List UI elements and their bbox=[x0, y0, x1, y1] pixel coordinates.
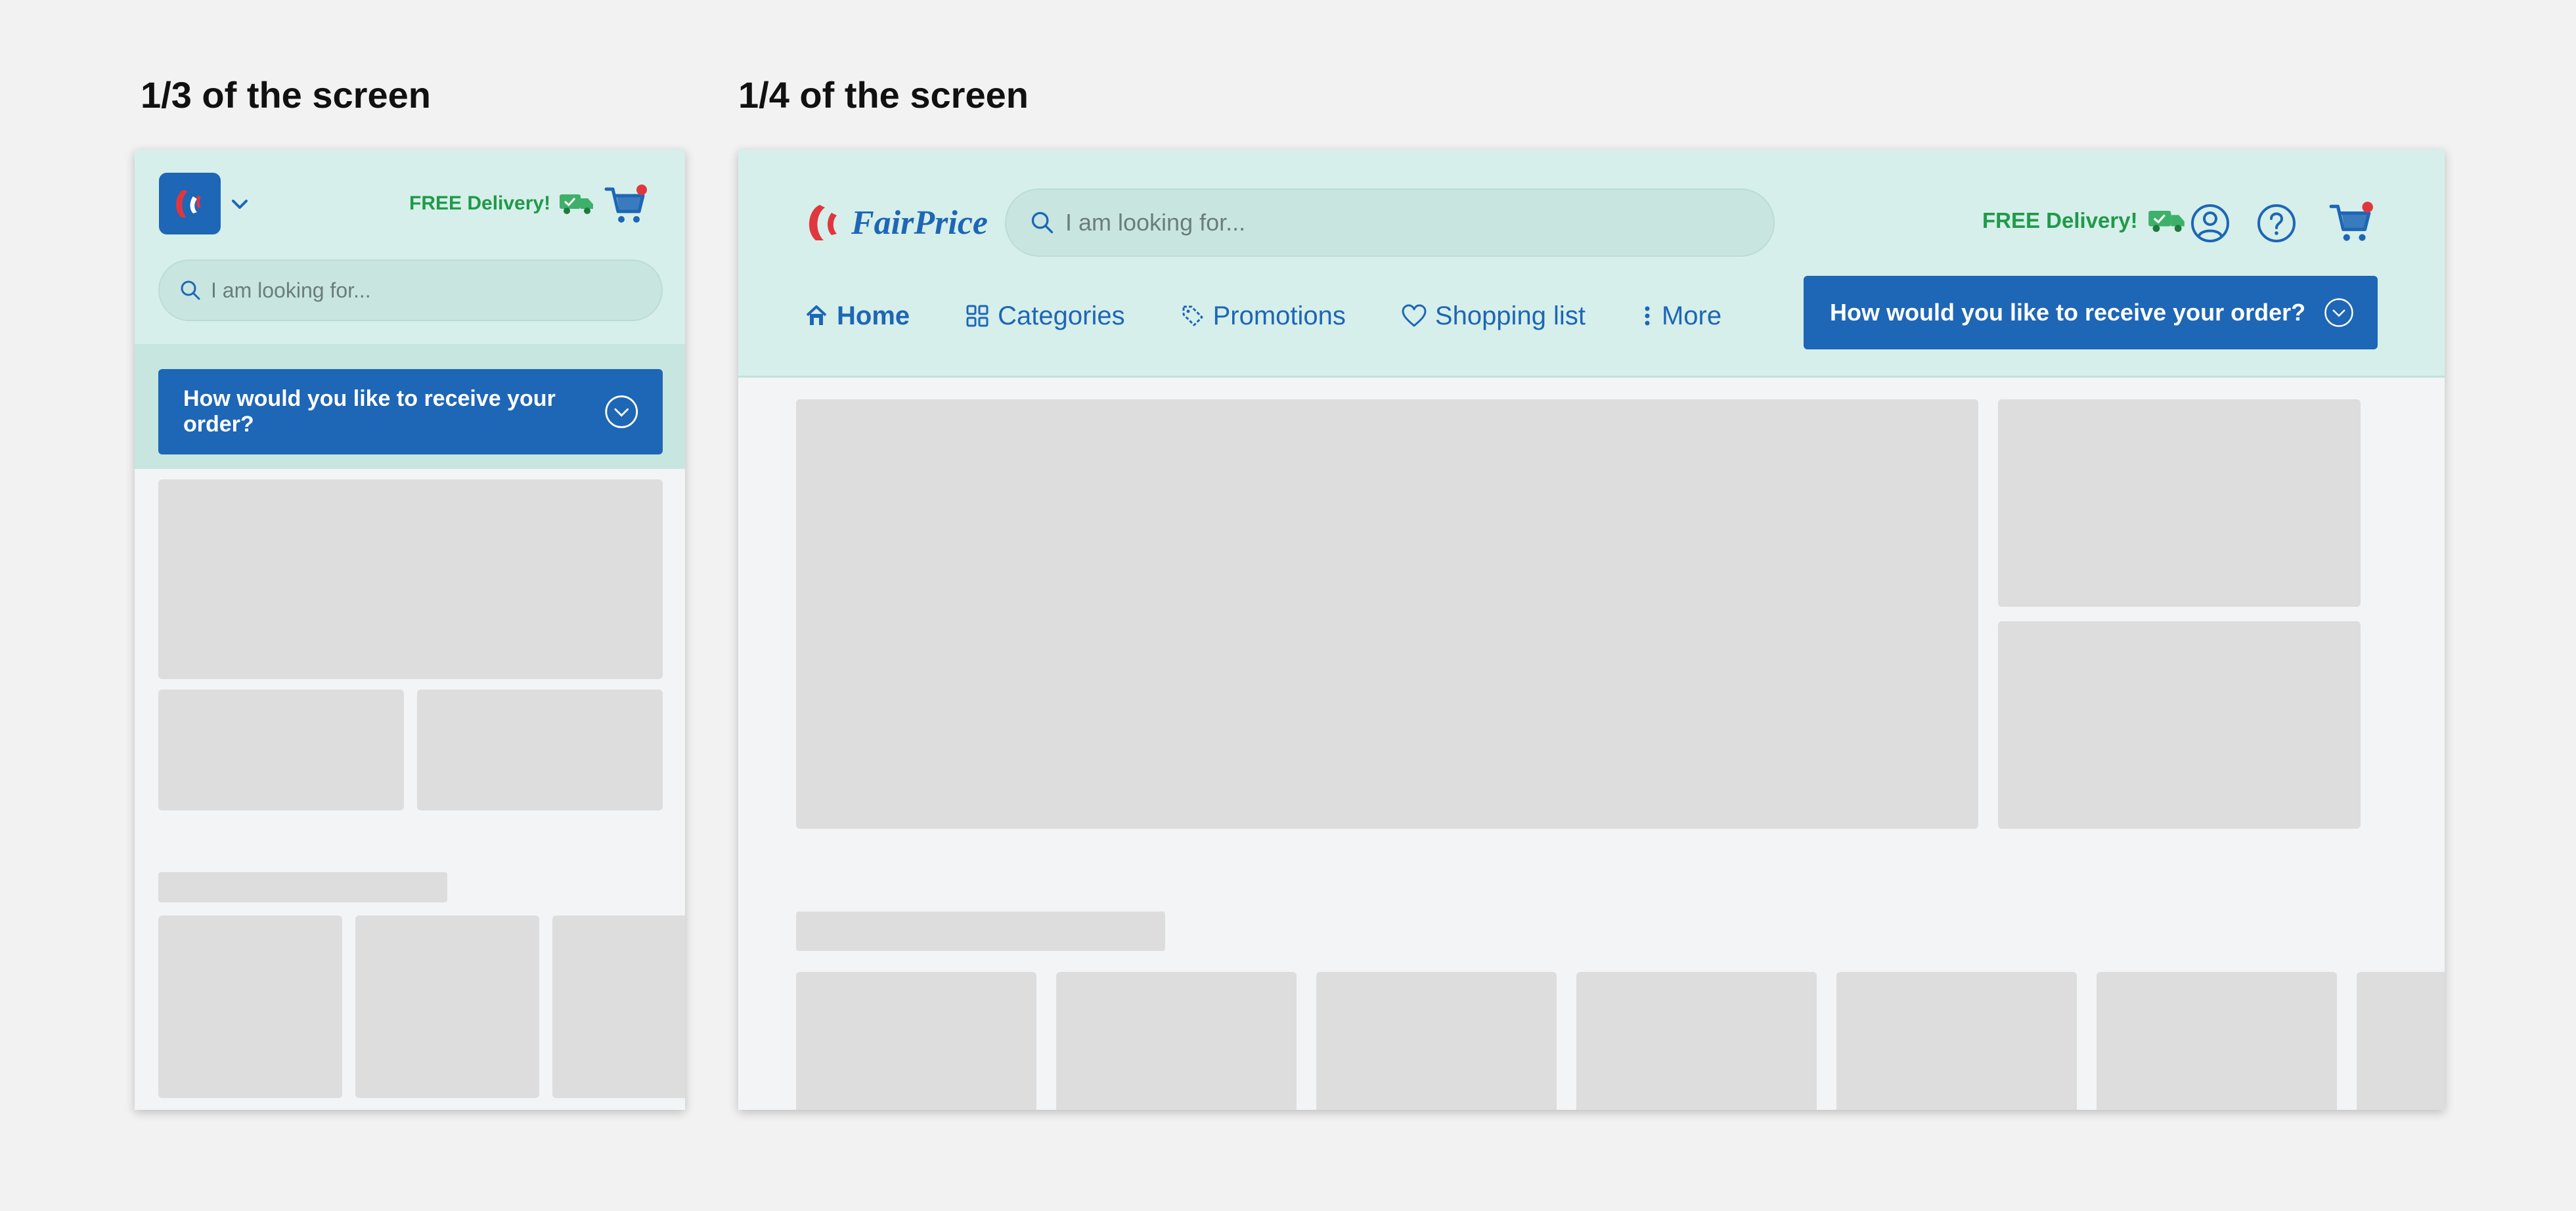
desktop-frame: FairPrice FREE Delivery! bbox=[738, 150, 2445, 1110]
main-nav: Home Categories Promotions Shopping list bbox=[804, 299, 1721, 332]
order-prompt-label: How would you like to receive your order… bbox=[1830, 299, 2306, 326]
free-delivery-badge: FREE Delivery! bbox=[1982, 206, 2187, 235]
desktop-search-bar[interactable] bbox=[1005, 188, 1775, 257]
free-delivery-label: FREE Delivery! bbox=[1982, 208, 2138, 232]
free-delivery-badge: FREE Delivery! bbox=[409, 190, 595, 217]
cart-icon[interactable] bbox=[604, 183, 648, 227]
section-title-placeholder bbox=[158, 872, 447, 902]
nav-shopping-list[interactable]: Shopping list bbox=[1401, 301, 1586, 331]
nav-promotions[interactable]: Promotions bbox=[1180, 301, 1346, 331]
grid-icon bbox=[966, 305, 988, 327]
search-icon bbox=[1031, 211, 1054, 234]
tag-icon bbox=[1182, 305, 1203, 326]
nav-home-label: Home bbox=[837, 301, 910, 330]
fairprice-logo[interactable]: FairPrice bbox=[803, 201, 988, 244]
app-logo-button[interactable] bbox=[159, 173, 221, 234]
chevron-circle-icon bbox=[2324, 298, 2353, 327]
free-delivery-label: FREE Delivery! bbox=[409, 192, 551, 214]
nav-categories-label: Categories bbox=[998, 301, 1125, 330]
help-icon[interactable] bbox=[2256, 203, 2297, 244]
heart-icon bbox=[1402, 304, 1427, 327]
search-input[interactable] bbox=[210, 277, 642, 303]
truck-icon bbox=[2148, 211, 2185, 232]
product-card-placeholder bbox=[158, 915, 342, 1098]
promo-placeholder bbox=[158, 690, 404, 810]
product-card-placeholder bbox=[1316, 972, 1557, 1110]
nav-promotions-label: Promotions bbox=[1212, 301, 1346, 330]
order-method-button[interactable]: How would you like to receive your order… bbox=[158, 369, 663, 454]
chevron-down-icon[interactable] bbox=[228, 192, 252, 216]
user-icon[interactable] bbox=[2190, 203, 2231, 244]
more-vertical-icon bbox=[1645, 306, 1650, 326]
heading-one-third: 1/3 of the screen bbox=[141, 74, 431, 116]
brand-name: FairPrice bbox=[851, 204, 988, 242]
nav-more-label: More bbox=[1661, 301, 1722, 330]
search-icon bbox=[181, 280, 200, 300]
nav-shopping-list-label: Shopping list bbox=[1434, 301, 1586, 330]
order-method-button[interactable]: How would you like to receive your order… bbox=[1804, 276, 2378, 349]
product-card-placeholder bbox=[1576, 972, 1817, 1110]
banner-placeholder bbox=[158, 479, 663, 679]
order-prompt-label: How would you like to receive your order… bbox=[183, 386, 556, 437]
side-banner-placeholder bbox=[1998, 621, 2361, 829]
hero-banner-placeholder bbox=[796, 399, 1978, 829]
search-input[interactable] bbox=[1064, 208, 1750, 237]
product-card-placeholder bbox=[1836, 972, 2077, 1110]
truck-icon bbox=[560, 194, 594, 214]
nav-more[interactable]: More bbox=[1641, 301, 1721, 331]
cart-icon[interactable] bbox=[2327, 200, 2376, 246]
mobile-search-bar[interactable] bbox=[158, 259, 663, 321]
nav-home[interactable]: Home bbox=[804, 301, 910, 331]
nav-categories[interactable]: Categories bbox=[965, 301, 1125, 331]
product-card-placeholder bbox=[796, 972, 1036, 1110]
chevron-circle-icon bbox=[605, 395, 638, 428]
home-icon bbox=[806, 305, 827, 325]
product-card-placeholder bbox=[1056, 972, 1297, 1110]
product-card-placeholder bbox=[552, 915, 685, 1098]
product-card-placeholder bbox=[2357, 972, 2445, 1110]
section-title-placeholder bbox=[796, 912, 1165, 951]
product-card-placeholder bbox=[2097, 972, 2337, 1110]
heading-one-quarter: 1/4 of the screen bbox=[738, 74, 1029, 116]
product-card-placeholder bbox=[355, 915, 539, 1098]
fairprice-logo-icon bbox=[809, 205, 837, 240]
promo-placeholder bbox=[417, 690, 663, 810]
mobile-frame: FREE Delivery! How would you like to rec… bbox=[135, 150, 685, 1110]
fairprice-logo-icon bbox=[176, 190, 201, 217]
side-banner-placeholder bbox=[1998, 399, 2361, 607]
